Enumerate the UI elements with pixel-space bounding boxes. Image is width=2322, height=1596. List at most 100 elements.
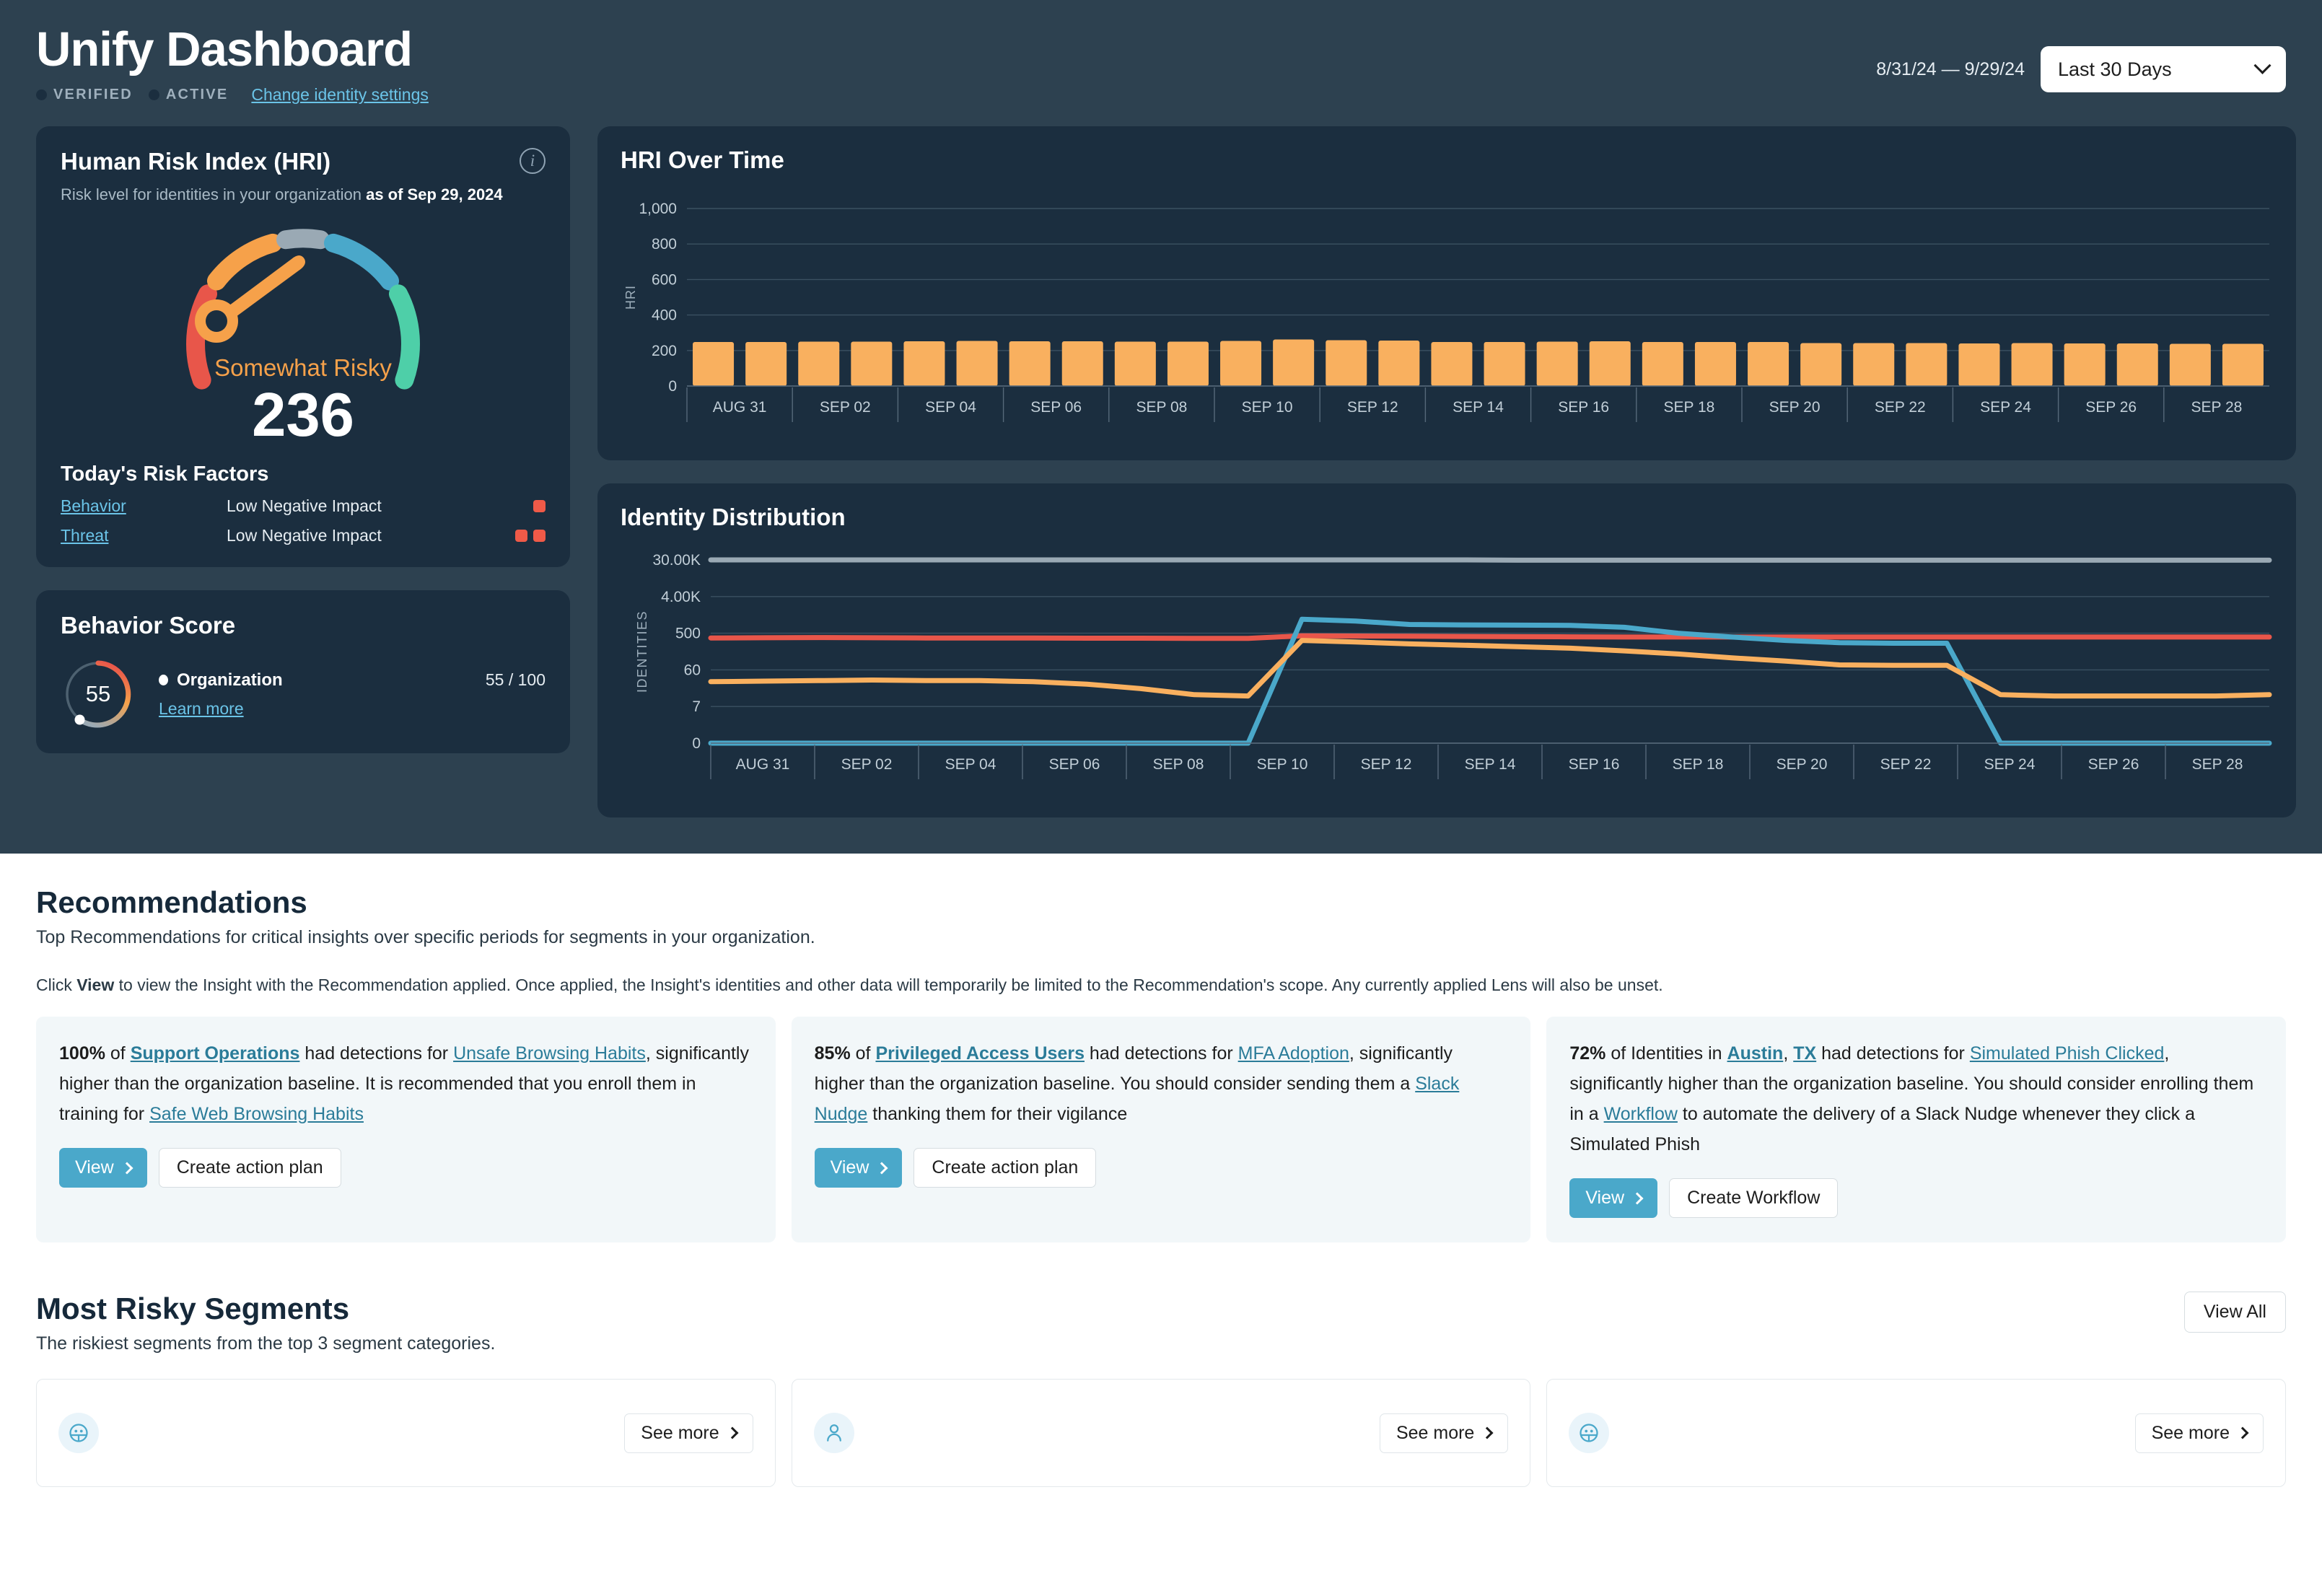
recommendation-actions: View Create action plan bbox=[815, 1148, 1508, 1188]
hri-over-time-chart: HRI02004006008001,000AUG 31SEP 02SEP 04S… bbox=[621, 184, 2273, 447]
bar bbox=[1642, 342, 1683, 386]
see-more-label: See more bbox=[1396, 1423, 1474, 1444]
behavior-score-learn-more-link[interactable]: Learn more bbox=[159, 699, 244, 719]
change-identity-settings-link[interactable]: Change identity settings bbox=[251, 85, 429, 105]
see-more-button[interactable]: See more bbox=[2135, 1413, 2264, 1453]
behavior-score-ring: 55 bbox=[61, 657, 136, 732]
recommendation-text-fragment: of bbox=[851, 1043, 876, 1064]
line-chart-y-axis-label: IDENTITIES bbox=[635, 610, 649, 693]
bar-chart-y-tick: 400 bbox=[652, 307, 677, 324]
chevron-right-icon bbox=[1631, 1192, 1644, 1204]
bar bbox=[2170, 344, 2211, 387]
recommendation-percent: 72% bbox=[1569, 1043, 1605, 1064]
hri-gauge: Somewhat Risky 236 bbox=[61, 210, 546, 448]
behavior-score-org-row: Organization 55 / 100 bbox=[159, 670, 546, 690]
bar-chart-y-tick: 800 bbox=[652, 237, 677, 253]
note-post: to view the Insight with the Recommendat… bbox=[114, 975, 1662, 994]
line-chart-x-tick: SEP 14 bbox=[1465, 756, 1516, 773]
behavior-score-ring-value: 55 bbox=[61, 657, 136, 732]
bar-chart-x-tick: SEP 14 bbox=[1453, 399, 1504, 416]
risk-factor-behavior-impact: Low Negative Impact bbox=[227, 496, 481, 516]
most-risky-segments-heading-block: Most Risky Segments The riskiest segment… bbox=[36, 1292, 495, 1354]
recommendation-link[interactable]: Safe Web Browsing Habits bbox=[149, 1104, 364, 1124]
see-more-button[interactable]: See more bbox=[624, 1413, 753, 1453]
risk-factor-threat-impact: Low Negative Impact bbox=[227, 526, 481, 545]
recommendation-card: 72% of Identities in Austin, TX had dete… bbox=[1546, 1017, 2286, 1242]
recommendation-secondary-button[interactable]: Create action plan bbox=[159, 1148, 341, 1188]
status-verified-label: VERIFIED bbox=[53, 87, 133, 103]
dashboard-dark-section: Unify Dashboard VERIFIED ACTIVE Change i… bbox=[0, 0, 2322, 854]
segment-cards: See more See more See more bbox=[36, 1379, 2286, 1487]
segment-card[interactable]: See more bbox=[1546, 1379, 2286, 1487]
recommendation-link[interactable]: Workflow bbox=[1604, 1104, 1678, 1124]
hri-over-time-card: HRI Over Time HRI02004006008001,000AUG 3… bbox=[597, 126, 2296, 460]
note-view-word: View bbox=[76, 975, 114, 994]
page-header: Unify Dashboard VERIFIED ACTIVE Change i… bbox=[36, 0, 2286, 105]
recommendation-view-button[interactable]: View bbox=[815, 1148, 903, 1188]
hri-subtitle-date: as of Sep 29, 2024 bbox=[366, 185, 503, 203]
bar bbox=[1009, 341, 1051, 386]
severity-square-icon bbox=[533, 500, 546, 512]
chevron-right-icon bbox=[1481, 1427, 1494, 1439]
recommendation-cards: 100% of Support Operations had detection… bbox=[36, 1017, 2286, 1242]
bar-chart-x-tick: SEP 28 bbox=[2191, 399, 2242, 416]
line-chart-x-tick: SEP 10 bbox=[1257, 756, 1308, 773]
risk-factor-behavior-link[interactable]: Behavior bbox=[61, 496, 227, 516]
page-title: Unify Dashboard bbox=[36, 25, 429, 75]
recommendation-link[interactable]: MFA Adoption bbox=[1238, 1043, 1349, 1064]
bar-chart-x-tick: SEP 04 bbox=[925, 399, 976, 416]
behavior-score-details: Organization 55 / 100 Learn more bbox=[159, 670, 546, 719]
bar bbox=[745, 342, 787, 386]
status-dot-icon bbox=[36, 89, 47, 100]
line-chart-x-tick: SEP 28 bbox=[2192, 756, 2243, 773]
recommendations-title: Recommendations bbox=[36, 885, 2286, 920]
behavior-score-card: Behavior Score bbox=[36, 590, 570, 753]
risk-factor-row: Threat Low Negative Impact bbox=[61, 526, 546, 545]
line-series bbox=[711, 641, 2269, 696]
info-icon[interactable]: i bbox=[520, 148, 546, 174]
segment-card[interactable]: See more bbox=[792, 1379, 1531, 1487]
recommendation-secondary-button[interactable]: Create Workflow bbox=[1669, 1178, 1838, 1218]
recommendation-link[interactable]: Unsafe Browsing Habits bbox=[453, 1043, 646, 1064]
identity-distribution-title: Identity Distribution bbox=[621, 504, 2273, 531]
risk-factor-row: Behavior Low Negative Impact bbox=[61, 496, 546, 516]
date-range-select[interactable]: Last 30 Days bbox=[2041, 46, 2286, 92]
recommendation-link[interactable]: TX bbox=[1793, 1043, 1816, 1064]
recommendation-secondary-button[interactable]: Create action plan bbox=[914, 1148, 1096, 1188]
behavior-score-org: Organization bbox=[159, 670, 283, 690]
line-chart-y-tick: 30.00K bbox=[652, 552, 701, 569]
bar-chart-y-tick: 1,000 bbox=[639, 201, 677, 217]
recommendation-view-button[interactable]: View bbox=[59, 1148, 147, 1188]
bar bbox=[2117, 343, 2158, 386]
see-more-button[interactable]: See more bbox=[1380, 1413, 1508, 1453]
bar-chart-x-tick: SEP 02 bbox=[820, 399, 871, 416]
hri-gauge-readout: Somewhat Risky 236 bbox=[61, 354, 546, 447]
recommendation-text-fragment: had detections for bbox=[1816, 1043, 1970, 1064]
hri-card-header: Human Risk Index (HRI) i bbox=[61, 148, 546, 175]
risk-factor-threat-link[interactable]: Threat bbox=[61, 526, 227, 545]
see-more-label: See more bbox=[2152, 1423, 2230, 1444]
line-chart-x-tick: SEP 02 bbox=[841, 756, 893, 773]
recommendation-view-button[interactable]: View bbox=[1569, 1178, 1657, 1218]
recommendation-link[interactable]: Austin bbox=[1727, 1043, 1784, 1064]
line-chart-x-tick: SEP 16 bbox=[1569, 756, 1620, 773]
bar-chart-x-tick: SEP 06 bbox=[1030, 399, 1082, 416]
risk-factors-title: Today's Risk Factors bbox=[61, 462, 546, 486]
bar-chart-x-tick: SEP 24 bbox=[1980, 399, 2031, 416]
segment-card[interactable]: See more bbox=[36, 1379, 776, 1487]
recommendation-text-fragment: had detections for bbox=[1085, 1043, 1238, 1064]
recommendation-link[interactable]: Simulated Phish Clicked bbox=[1970, 1043, 2165, 1064]
date-range-select-value: Last 30 Days bbox=[2058, 58, 2172, 81]
chevron-right-icon bbox=[726, 1427, 738, 1439]
hri-card: Human Risk Index (HRI) i Risk level for … bbox=[36, 126, 570, 567]
line-chart-x-tick: SEP 26 bbox=[2088, 756, 2139, 773]
recommendation-view-label: View bbox=[1585, 1188, 1624, 1209]
legend-dot-icon bbox=[159, 675, 168, 685]
behavior-score-org-label: Organization bbox=[177, 670, 283, 690]
bar-chart-x-tick: SEP 20 bbox=[1769, 399, 1821, 416]
most-risky-segments-header: Most Risky Segments The riskiest segment… bbox=[36, 1292, 2286, 1354]
view-all-button[interactable]: View All bbox=[2184, 1292, 2286, 1333]
recommendation-link[interactable]: Support Operations bbox=[131, 1043, 300, 1064]
recommendation-percent: 100% bbox=[59, 1043, 105, 1064]
recommendation-link[interactable]: Privileged Access Users bbox=[875, 1043, 1085, 1064]
